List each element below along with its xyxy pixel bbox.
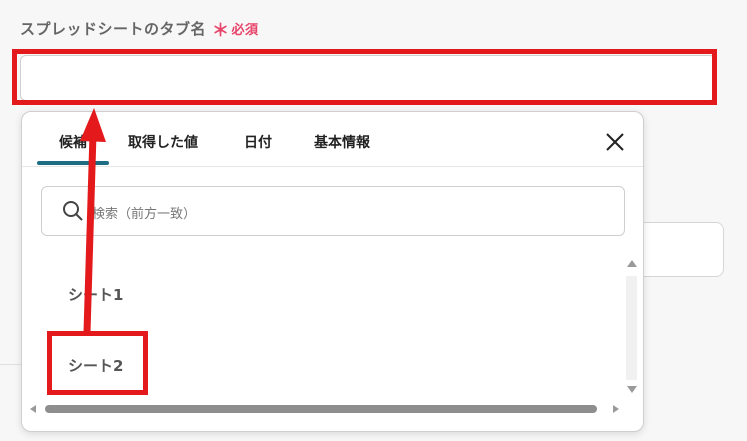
scroll-up-icon[interactable] (627, 260, 637, 267)
tab-name-input[interactable] (20, 55, 716, 101)
scroll-left-icon[interactable] (30, 405, 36, 413)
scroll-down-icon[interactable] (627, 386, 637, 393)
tab-candidates[interactable]: 候補 (59, 132, 87, 152)
active-tab-indicator (37, 161, 109, 165)
horizontal-scrollbar[interactable] (28, 402, 630, 416)
vertical-scrollbar[interactable] (623, 256, 641, 400)
required-asterisk: ＊ (212, 21, 230, 41)
tab-basic-info[interactable]: 基本情報 (314, 132, 370, 152)
field-label: スプレッドシートのタブ名 ＊必須 (20, 16, 259, 41)
dropdown-tabs: 候補 取得した値 日付 基本情報 (22, 112, 643, 167)
search-placeholder: 検索（前方一致） (92, 207, 197, 222)
background-divider (0, 364, 22, 365)
list-item-sheet1[interactable]: シート1 (68, 284, 123, 305)
close-icon[interactable] (604, 131, 626, 153)
tab-date[interactable]: 日付 (244, 132, 272, 152)
search-icon (63, 201, 83, 221)
scroll-right-icon[interactable] (613, 405, 619, 413)
required-badge: ＊必須 (212, 21, 259, 41)
suggestion-dropdown: 候補 取得した値 日付 基本情報 検索（前方一致） シート1 シート2 (21, 111, 644, 432)
tab-acquired-values[interactable]: 取得した値 (128, 132, 198, 152)
list-item-sheet2[interactable]: シート2 (68, 355, 123, 376)
horizontal-scroll-thumb[interactable] (45, 405, 597, 413)
search-input[interactable]: 検索（前方一致） (41, 186, 625, 236)
vertical-scroll-track (626, 276, 637, 380)
required-text: 必須 (231, 23, 259, 38)
field-label-text: スプレッドシートのタブ名 (20, 20, 207, 38)
